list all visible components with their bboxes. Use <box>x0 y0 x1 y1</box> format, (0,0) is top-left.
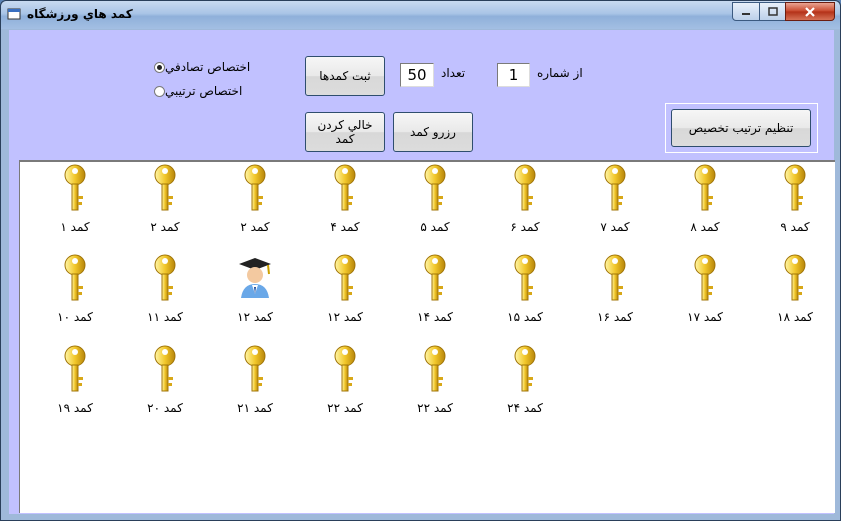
locker-label: كمد ۱۸ <box>777 310 813 324</box>
locker-item[interactable]: كمد ۶ <box>485 164 565 246</box>
key-icon <box>64 164 86 211</box>
key-icon <box>604 254 626 301</box>
key-icon <box>784 164 806 211</box>
count-label: تعداد <box>441 66 466 80</box>
key-icon <box>334 254 356 301</box>
locker-item[interactable]: كمد ۱۵ <box>485 254 565 336</box>
key-icon <box>784 254 806 301</box>
locker-label: كمد ۷ <box>600 220 630 234</box>
locker-item[interactable]: كمد ۲ <box>125 164 205 246</box>
locker-item[interactable]: كمد ۱۲ <box>215 254 295 336</box>
close-button[interactable] <box>785 2 835 21</box>
key-icon <box>334 164 356 211</box>
key-icon <box>424 345 446 392</box>
locker-item[interactable]: كمد ۲۲ <box>305 345 385 427</box>
locker-item[interactable]: كمد ۱۱ <box>125 254 205 336</box>
key-icon <box>64 345 86 392</box>
locker-item[interactable]: كمد ۹ <box>755 164 835 246</box>
key-icon <box>244 164 266 211</box>
locker-label: كمد ۲۴ <box>507 401 543 415</box>
sequential-radio[interactable] <box>154 85 165 97</box>
locker-label: كمد ۲ <box>240 220 270 234</box>
locker-label: كمد ۶ <box>510 220 540 234</box>
locker-label: كمد ۵ <box>420 220 450 234</box>
locker-label: كمد ۱۷ <box>687 310 723 324</box>
key-icon <box>694 254 716 301</box>
empty-locker-button[interactable]: خالي كردن كمد <box>305 112 385 152</box>
locker-panel: كمد ۱ كمد ۲ كمد ۲ كمد ۴ كمد ۵ كمد ۶ كمد ۷ كمد ۸… <box>19 160 835 513</box>
app-window: كمد هاي ورزشگاه اختصاص تصادفي اختصاص ترت… <box>0 0 841 521</box>
locker-label: كمد ۴ <box>330 220 360 234</box>
key-icon <box>154 254 176 301</box>
locker-item[interactable]: كمد ۲۴ <box>485 345 565 427</box>
app-icon <box>7 8 21 20</box>
key-icon <box>64 254 86 301</box>
count-input[interactable]: 50 <box>400 63 434 87</box>
locker-item[interactable]: كمد ۱۴ <box>395 254 475 336</box>
random-radio[interactable] <box>154 61 165 73</box>
locker-label: كمد ۸ <box>690 220 720 234</box>
sequential-option-label: اختصاص ترتيبي <box>165 84 243 98</box>
locker-label: كمد ۱۲ <box>327 310 363 324</box>
key-icon <box>334 345 356 392</box>
key-icon <box>424 164 446 211</box>
minimize-icon <box>742 12 750 15</box>
locker-item[interactable]: كمد ۷ <box>575 164 655 246</box>
maximize-button[interactable] <box>759 2 786 21</box>
locker-item[interactable]: كمد ۱۰ <box>35 254 115 336</box>
locker-item[interactable]: كمد ۱ <box>35 164 115 246</box>
title-bar[interactable]: كمد هاي ورزشگاه <box>1 1 840 29</box>
locker-item[interactable]: كمد ۵ <box>395 164 475 246</box>
locker-label: كمد ۹ <box>780 220 810 234</box>
locker-label: كمد ۲ <box>150 220 180 234</box>
locker-label: كمد ۲۲ <box>327 401 363 415</box>
reserve-locker-button[interactable]: رزرو كمد <box>393 112 473 152</box>
locker-label: كمد ۱ <box>60 220 90 234</box>
locker-label: كمد ۲۰ <box>147 401 183 415</box>
locker-label: كمد ۱۵ <box>507 310 543 324</box>
sequential-option[interactable]: اختصاص ترتيبي <box>154 84 252 98</box>
arrange-order-button[interactable]: تنظيم ترتيب تخصيص <box>671 109 811 147</box>
locker-item[interactable]: كمد ۸ <box>665 164 745 246</box>
key-icon <box>154 164 176 211</box>
locker-item[interactable]: كمد ۲ <box>215 164 295 246</box>
locker-label: كمد ۱۹ <box>57 401 93 415</box>
locker-item[interactable]: كمد ۱۷ <box>665 254 745 336</box>
key-icon <box>244 345 266 392</box>
key-icon <box>424 254 446 301</box>
random-option-label: اختصاص تصادفي <box>165 60 251 74</box>
locker-label: كمد ۱۱ <box>147 310 183 324</box>
locker-item[interactable]: كمد ۱۸ <box>755 254 835 336</box>
student-icon <box>239 258 271 298</box>
locker-item[interactable]: كمد ۲۱ <box>215 345 295 427</box>
from-number-label: از شماره <box>537 66 583 80</box>
key-icon <box>514 164 536 211</box>
locker-item[interactable]: كمد ۲۰ <box>125 345 205 427</box>
key-icon <box>604 164 626 211</box>
locker-item[interactable]: كمد ۱۲ <box>305 254 385 336</box>
key-icon <box>154 345 176 392</box>
locker-label: كمد ۲۲ <box>417 401 453 415</box>
random-option[interactable]: اختصاص تصادفي <box>154 60 260 74</box>
from-number-input[interactable]: 1 <box>497 63 530 87</box>
register-lockers-button[interactable]: ثبت كمدها <box>305 56 385 96</box>
locker-item[interactable]: كمد ۱۶ <box>575 254 655 336</box>
locker-item[interactable]: كمد ۴ <box>305 164 385 246</box>
locker-label: كمد ۱۶ <box>597 310 633 324</box>
locker-label: كمد ۱۰ <box>57 310 93 324</box>
minimize-button[interactable] <box>732 2 760 21</box>
locker-item[interactable]: كمد ۲۲ <box>395 345 475 427</box>
key-icon <box>514 254 536 301</box>
locker-label: كمد ۱۲ <box>237 310 273 324</box>
maximize-icon <box>767 7 778 16</box>
close-icon <box>805 6 815 17</box>
key-icon <box>514 345 536 392</box>
locker-item[interactable]: كمد ۱۹ <box>35 345 115 427</box>
locker-label: كمد ۲۱ <box>237 401 273 415</box>
key-icon <box>694 164 716 211</box>
locker-label: كمد ۱۴ <box>417 310 453 324</box>
window-title: كمد هاي ورزشگاه <box>27 7 133 21</box>
